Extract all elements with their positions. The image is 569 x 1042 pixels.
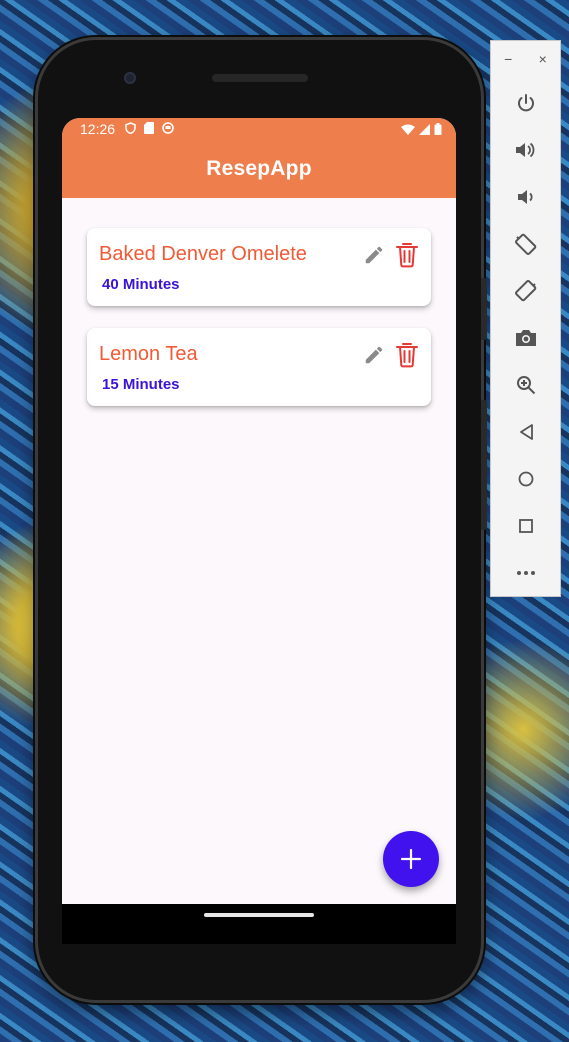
power-button[interactable] bbox=[491, 79, 560, 126]
recipe-card[interactable]: Lemon Tea 15 Minutes bbox=[87, 328, 431, 406]
recipe-name: Baked Denver Omelete bbox=[99, 243, 307, 265]
battery-icon bbox=[434, 123, 442, 135]
app-notification-icon bbox=[162, 121, 174, 137]
delete-icon[interactable] bbox=[395, 342, 419, 368]
delete-icon[interactable] bbox=[395, 242, 419, 268]
volume-up-button[interactable] bbox=[491, 126, 560, 173]
edit-icon[interactable] bbox=[363, 344, 385, 366]
more-icon bbox=[516, 570, 535, 575]
window-controls: − × bbox=[491, 41, 560, 79]
page-title: ResepApp bbox=[206, 157, 312, 180]
sd-card-icon bbox=[144, 121, 155, 137]
recipe-name: Lemon Tea bbox=[99, 343, 198, 365]
app-screen: 12:26 ResepApp Baked Denver Omelete 40 M bbox=[62, 118, 456, 904]
more-button[interactable] bbox=[491, 549, 560, 596]
minimize-button[interactable]: − bbox=[504, 51, 512, 79]
status-bar: 12:26 bbox=[62, 118, 456, 140]
power-icon bbox=[517, 93, 534, 111]
status-right-icons bbox=[401, 123, 442, 135]
recipe-list: Baked Denver Omelete 40 Minutes Lemon Te… bbox=[62, 198, 456, 406]
volume-up-icon bbox=[515, 142, 534, 157]
signal-icon bbox=[419, 123, 430, 135]
camera-icon bbox=[515, 329, 536, 346]
rotate-right-button[interactable] bbox=[491, 267, 560, 314]
gesture-home-bar[interactable] bbox=[204, 913, 314, 917]
add-recipe-button[interactable] bbox=[383, 831, 439, 887]
overview-button[interactable] bbox=[491, 502, 560, 549]
status-time: 12:26 bbox=[80, 121, 116, 137]
home-icon bbox=[518, 471, 533, 486]
back-icon bbox=[519, 423, 533, 440]
power-side-button bbox=[481, 278, 487, 340]
front-camera bbox=[124, 72, 136, 84]
close-button[interactable]: × bbox=[539, 51, 547, 79]
app-bar: ResepApp bbox=[62, 140, 456, 198]
volume-down-button[interactable] bbox=[491, 173, 560, 220]
edit-icon[interactable] bbox=[363, 244, 385, 266]
wifi-icon bbox=[401, 124, 415, 135]
home-button[interactable] bbox=[491, 455, 560, 502]
back-button[interactable] bbox=[491, 408, 560, 455]
volume-down-icon bbox=[517, 189, 533, 204]
recipe-duration: 40 Minutes bbox=[102, 276, 180, 293]
rotate-left-icon bbox=[514, 233, 536, 255]
navigation-area bbox=[62, 904, 456, 944]
overview-icon bbox=[518, 518, 533, 533]
recipe-duration: 15 Minutes bbox=[102, 376, 180, 393]
zoom-icon bbox=[516, 375, 535, 394]
zoom-button[interactable] bbox=[491, 361, 560, 408]
shield-icon bbox=[125, 121, 136, 137]
emulator-toolbar: − × bbox=[490, 40, 561, 597]
rotate-right-icon bbox=[514, 279, 536, 301]
plus-icon bbox=[400, 848, 422, 870]
rotate-left-button[interactable] bbox=[491, 220, 560, 267]
screenshot-button[interactable] bbox=[491, 314, 560, 361]
phone-frame: 12:26 ResepApp Baked Denver Omelete 40 M bbox=[38, 40, 487, 1000]
volume-side-button bbox=[481, 400, 487, 530]
recipe-card[interactable]: Baked Denver Omelete 40 Minutes bbox=[87, 228, 431, 306]
earpiece-speaker bbox=[212, 74, 308, 82]
